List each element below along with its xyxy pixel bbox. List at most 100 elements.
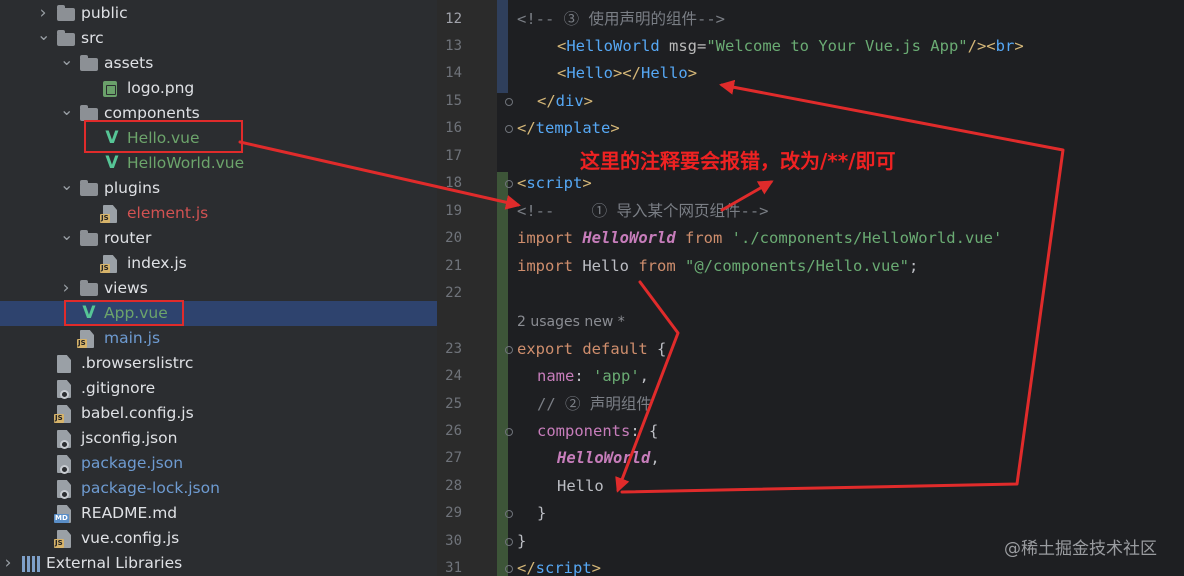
code-line: <Hello></Hello> <box>517 60 697 87</box>
annotation-note: 这里的注释要会报错，改为/**/即可 <box>580 149 896 173</box>
code-token: > <box>687 64 698 82</box>
code-token: , <box>639 367 650 385</box>
code-line: <script> <box>517 170 592 197</box>
project-tree: › public ⌄ src ⌄ assets logo.png ⌄ components V He… <box>0 0 437 576</box>
line-number: 18 <box>445 175 462 191</box>
line-number: 29 <box>445 505 462 521</box>
code-line: } <box>517 500 546 527</box>
line-number: 25 <box>445 396 462 412</box>
usages-inlay-hint[interactable]: 2 usages new * <box>517 309 625 336</box>
tree-item-babel-config-js[interactable]: JS babel.config.js <box>0 401 437 426</box>
tree-item-external-libraries[interactable]: › External Libraries <box>0 551 437 576</box>
code-token: , <box>650 449 660 467</box>
fold-marker-icon[interactable] <box>505 565 513 573</box>
tree-item-element-js[interactable]: JS element.js <box>0 201 437 226</box>
code-token: > <box>583 92 594 110</box>
tree-item-label: views <box>104 279 148 297</box>
tree-item-src[interactable]: ⌄ src <box>0 26 437 51</box>
chevron-down-icon[interactable]: ⌄ <box>37 26 50 51</box>
tree-item-main-js[interactable]: JS main.js <box>0 326 437 351</box>
line-number: 15 <box>445 93 462 109</box>
tree-item-public[interactable]: › public <box>0 1 437 26</box>
tree-item-label: package-lock.json <box>81 479 220 497</box>
fold-marker-icon[interactable] <box>505 510 513 518</box>
chevron-down-icon[interactable]: ⌄ <box>60 176 73 201</box>
tree-item-label: assets <box>104 54 154 72</box>
code-token: < <box>517 174 527 192</box>
chevron-down-icon[interactable]: ⌄ <box>60 101 73 126</box>
code-token: < <box>557 64 567 82</box>
js-badge-icon: JS <box>100 264 110 273</box>
code-token: </ <box>517 559 536 576</box>
code-token: Hello <box>641 64 688 82</box>
code-line: <HelloWorld msg="Welcome to Your Vue.js … <box>517 33 1024 60</box>
tree-item-readme-md[interactable]: MD README.md <box>0 501 437 526</box>
tree-item-assets[interactable]: ⌄ assets <box>0 51 437 76</box>
tree-item-views[interactable]: › views <box>0 276 437 301</box>
code-token: from <box>675 229 732 247</box>
tree-item-vue-config-js[interactable]: JS vue.config.js <box>0 526 437 551</box>
chevron-down-icon[interactable]: ⌄ <box>60 226 73 251</box>
tree-item-package-lock-json[interactable]: package-lock.json <box>0 476 437 501</box>
code-line: export default { <box>517 336 666 363</box>
code-token: Hello <box>566 64 614 82</box>
code-token: "Welcome to Your Vue.js App" <box>706 37 968 55</box>
code-token: br <box>995 37 1015 55</box>
code-token: from <box>638 257 685 275</box>
fold-marker-icon[interactable] <box>505 98 513 106</box>
tree-item-logo-png[interactable]: logo.png <box>0 76 437 101</box>
tree-item-label: External Libraries <box>46 554 183 572</box>
line-number: 17 <box>445 148 462 164</box>
tree-item-label: element.js <box>127 204 209 222</box>
chevron-right-icon[interactable]: › <box>37 1 49 26</box>
code-token: > <box>610 119 620 137</box>
js-badge-icon: JS <box>77 339 87 348</box>
tree-item-browserslistrc[interactable]: .browserslistrc <box>0 351 437 376</box>
chevron-right-icon[interactable]: › <box>60 276 72 301</box>
folder-icon <box>80 55 98 71</box>
fold-marker-icon[interactable] <box>505 125 513 133</box>
tree-item-label: router <box>104 229 152 247</box>
text-file-icon <box>57 355 71 373</box>
code-token: HelloWorld <box>582 229 676 247</box>
tree-item-label: main.js <box>104 329 161 347</box>
tree-item-label: jsconfig.json <box>81 429 178 447</box>
tree-item-helloworld-vue[interactable]: V HelloWorld.vue <box>0 151 437 176</box>
code-token: HelloWorld <box>566 37 660 55</box>
tree-item-index-js[interactable]: JS index.js <box>0 251 437 276</box>
line-number: 13 <box>445 38 462 54</box>
tree-item-jsconfig-json[interactable]: jsconfig.json <box>0 426 437 451</box>
tree-item-plugins[interactable]: ⌄ plugins <box>0 176 437 201</box>
folder-icon <box>80 280 98 296</box>
line-number: 19 <box>445 203 462 219</box>
chevron-right-icon[interactable]: › <box>2 551 14 576</box>
code-token: script <box>535 559 592 576</box>
highlight-box-app-vue <box>64 300 184 326</box>
watermark: @稀土掘金技术社区 <box>1004 539 1157 559</box>
fold-marker-icon[interactable] <box>505 346 513 354</box>
fold-marker-icon[interactable] <box>505 538 513 546</box>
line-number: 22 <box>445 285 462 301</box>
code-token: } <box>517 532 527 550</box>
code-token: { <box>656 340 667 358</box>
code-line: } <box>517 528 526 555</box>
chevron-down-icon[interactable]: ⌄ <box>60 51 73 76</box>
tree-item-label: logo.png <box>127 79 195 97</box>
code-line: components: { <box>517 418 658 445</box>
js-badge-icon: JS <box>54 539 64 548</box>
tree-item-label: .browserslistrc <box>81 354 194 372</box>
gear-icon <box>60 465 69 474</box>
fold-marker-icon[interactable] <box>505 180 513 188</box>
code-token: 'app' <box>593 367 640 385</box>
code-token: name <box>537 367 575 385</box>
folder-icon <box>80 180 98 196</box>
js-badge-icon: JS <box>100 214 110 223</box>
line-number: 28 <box>445 478 462 494</box>
tree-item-router[interactable]: ⌄ router <box>0 226 437 251</box>
code-line: </template> <box>517 115 620 142</box>
tree-item-label: package.json <box>81 454 184 472</box>
tree-item-package-json[interactable]: package.json <box>0 451 437 476</box>
code-line: name: 'app', <box>517 363 649 390</box>
fold-marker-icon[interactable] <box>505 428 513 436</box>
tree-item-gitignore[interactable]: .gitignore <box>0 376 437 401</box>
